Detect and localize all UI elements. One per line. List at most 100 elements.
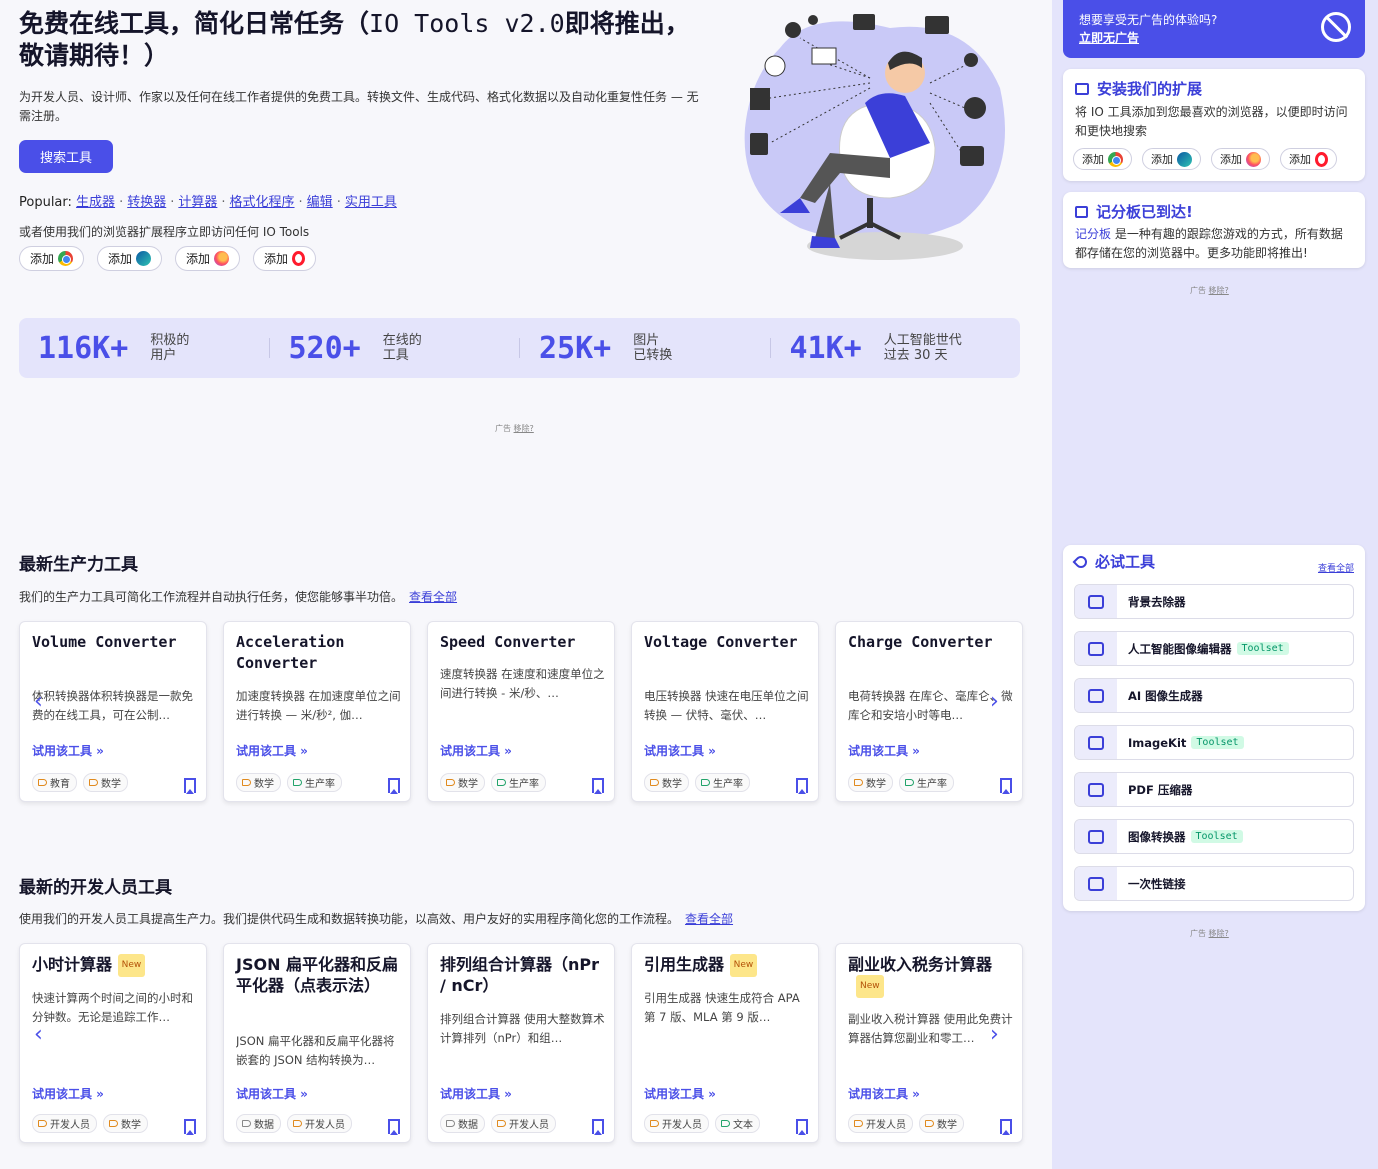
scoreboard-link[interactable]: 记分板: [1075, 227, 1111, 241]
remove-ad-link[interactable]: 移除?: [1209, 286, 1229, 295]
tool-card[interactable]: 引用生成器 New 引用生成器 快速生成符合 APA 第 7 版、MLA 第 9…: [631, 943, 819, 1143]
try-tool-link[interactable]: 试用该工具 »: [848, 742, 920, 759]
must-try-see-all-link[interactable]: 查看全部: [1318, 561, 1354, 574]
tag[interactable]: 数学: [644, 773, 689, 792]
card-title: 小时计算器 New: [32, 954, 202, 977]
remove-ad-link[interactable]: 移除?: [1209, 929, 1229, 938]
bookmark-icon[interactable]: [184, 1119, 196, 1135]
carousel-next-icon[interactable]: ›: [990, 689, 999, 714]
new-badge: New: [117, 954, 146, 977]
tag-icon: [446, 1120, 455, 1127]
add-firefox-button[interactable]: 添加: [175, 246, 241, 271]
add-edge-button[interactable]: 添加: [97, 246, 163, 271]
tag[interactable]: 数学: [83, 773, 128, 792]
carousel-prev-icon[interactable]: ‹: [34, 689, 43, 714]
developer-section-description: 使用我们的开发人员工具提高生产力。我们提供代码生成和数据转换功能，以高效、用户友…: [19, 912, 734, 926]
productivity-see-all-link[interactable]: 查看全部: [409, 590, 457, 604]
try-tool-link[interactable]: 试用该工具 »: [32, 742, 104, 759]
bookmark-icon[interactable]: [796, 1119, 808, 1135]
developer-see-all-link[interactable]: 查看全部: [685, 912, 733, 926]
tool-card[interactable]: 小时计算器 New 快速计算两个时间之间的小时和分钟数。无论是追踪工作… 试用该…: [19, 943, 207, 1143]
add-edge-button[interactable]: 添加: [1142, 148, 1201, 170]
bookmark-icon[interactable]: [1000, 778, 1012, 794]
popular-link-converters[interactable]: 转换器: [127, 195, 166, 210]
try-tool-link[interactable]: 试用该工具 »: [32, 1085, 104, 1102]
scoreboard-card-title: 记分板已到达!: [1075, 201, 1193, 222]
page-title: 免费在线工具，简化日常任务（IO Tools v2.0即将推出，敬请期待！）: [19, 9, 690, 70]
tool-card[interactable]: 排列组合计算器（nPr / nCr） 排列组合计算器 使用大整数算术计算排列（n…: [427, 943, 615, 1143]
tag[interactable]: 开发人员: [848, 1114, 913, 1133]
tool-card[interactable]: Acceleration Converter 加速度转换器 在加速度单位之间进行…: [223, 621, 411, 802]
tag[interactable]: 开发人员: [644, 1114, 709, 1133]
try-tool-link[interactable]: 试用该工具 »: [236, 1085, 308, 1102]
try-tool-link[interactable]: 试用该工具 »: [440, 742, 512, 759]
tag[interactable]: 教育: [32, 773, 77, 792]
tool-card[interactable]: Volume Converter 体积转换器体积转换器是一款免费的在线工具，可在…: [19, 621, 207, 802]
tool-item-ai-image-editor[interactable]: 人工智能图像编辑器 Toolset: [1074, 631, 1354, 666]
tag[interactable]: 数学: [103, 1114, 148, 1133]
tool-item-imagekit[interactable]: ImageKit Toolset: [1074, 725, 1354, 760]
add-opera-button[interactable]: 添加: [1280, 148, 1337, 170]
bookmark-icon[interactable]: [184, 778, 196, 794]
add-firefox-button[interactable]: 添加: [1211, 148, 1270, 170]
go-ad-free-link[interactable]: 立即无广告: [1079, 29, 1139, 46]
tag[interactable]: 数学: [236, 773, 281, 792]
tag[interactable]: 数据: [236, 1114, 281, 1133]
try-tool-link[interactable]: 试用该工具 »: [236, 742, 308, 759]
carousel-next-icon[interactable]: ›: [990, 1022, 999, 1047]
ai-image-icon: [1075, 632, 1117, 665]
tag[interactable]: 数学: [848, 773, 893, 792]
tag[interactable]: 数学: [440, 773, 485, 792]
popular-link-formatters[interactable]: 格式化程序: [230, 195, 295, 210]
tool-item-pdf-compressor[interactable]: PDF 压缩器: [1074, 772, 1354, 807]
tag[interactable]: 生产率: [491, 773, 546, 792]
add-chrome-button[interactable]: 添加: [19, 246, 85, 271]
tool-item-image-converter[interactable]: 图像转换器 Toolset: [1074, 819, 1354, 854]
tool-item-background-remover[interactable]: 背景去除器: [1074, 584, 1354, 619]
search-tools-button[interactable]: 搜索工具: [19, 140, 113, 173]
tool-item-one-time-link[interactable]: 一次性链接: [1074, 866, 1354, 901]
bookmark-icon[interactable]: [796, 778, 808, 794]
tag[interactable]: 数学: [919, 1114, 964, 1133]
remove-ad-link[interactable]: 移除?: [514, 424, 534, 433]
carousel-prev-icon[interactable]: ‹: [34, 1022, 43, 1047]
popular-link-generators[interactable]: 生成器: [76, 195, 115, 210]
try-tool-link[interactable]: 试用该工具 »: [848, 1085, 920, 1102]
bookmark-icon[interactable]: [1000, 1119, 1012, 1135]
tag[interactable]: 开发人员: [491, 1114, 556, 1133]
tool-card[interactable]: Voltage Converter 电压转换器 快速在电压单位之间转换 — 伏特…: [631, 621, 819, 802]
tag-icon: [242, 779, 251, 786]
tool-card[interactable]: JSON 扁平化器和反扁平化器（点表示法） JSON 扁平化器和反扁平化器将嵌套…: [223, 943, 411, 1143]
tag[interactable]: 数据: [440, 1114, 485, 1133]
popular-link-utilities[interactable]: 实用工具: [345, 195, 397, 210]
ad-free-promo[interactable]: 想要享受无广告的体验吗? 立即无广告: [1063, 0, 1365, 58]
popular-link-editors[interactable]: 编辑: [307, 195, 333, 210]
sidebar: 想要享受无广告的体验吗? 立即无广告 安装我们的扩展 将 IO 工具添加到您最喜…: [1052, 0, 1378, 1169]
tool-card[interactable]: Speed Converter 速度转换器 在速度和速度单位之间进行转换 - 米…: [427, 621, 615, 802]
hero-illustration: [744, 14, 1005, 260]
card-tags: 数据 开发人员: [236, 1114, 352, 1133]
tool-item-ai-image-generator[interactable]: AI 图像生成器: [1074, 678, 1354, 713]
bookmark-icon[interactable]: [388, 778, 400, 794]
tag[interactable]: 生产率: [287, 773, 342, 792]
tag[interactable]: 生产率: [695, 773, 750, 792]
bookmark-icon[interactable]: [592, 778, 604, 794]
try-tool-link[interactable]: 试用该工具 »: [644, 742, 716, 759]
tag[interactable]: 开发人员: [287, 1114, 352, 1133]
card-description: 快速计算两个时间之间的小时和分钟数。无论是追踪工作…: [32, 991, 193, 1024]
add-chrome-button[interactable]: 添加: [1073, 148, 1132, 170]
tag[interactable]: 生产率: [899, 773, 954, 792]
try-tool-link[interactable]: 试用该工具 »: [644, 1085, 716, 1102]
add-opera-button[interactable]: 添加: [253, 246, 317, 271]
tag[interactable]: 开发人员: [32, 1114, 97, 1133]
try-tool-link[interactable]: 试用该工具 »: [440, 1085, 512, 1102]
bookmark-icon[interactable]: [388, 1119, 400, 1135]
extension-card-title: 安装我们的扩展: [1075, 78, 1202, 99]
card-tags: 开发人员 文本: [644, 1114, 760, 1133]
tag-icon: [925, 1120, 934, 1127]
tag[interactable]: 文本: [715, 1114, 760, 1133]
bookmark-icon[interactable]: [592, 1119, 604, 1135]
popular-link-calculators[interactable]: 计算器: [178, 195, 217, 210]
card-title: Volume Converter: [32, 633, 177, 651]
extension-buttons: 添加 添加 添加 添加: [19, 246, 317, 271]
